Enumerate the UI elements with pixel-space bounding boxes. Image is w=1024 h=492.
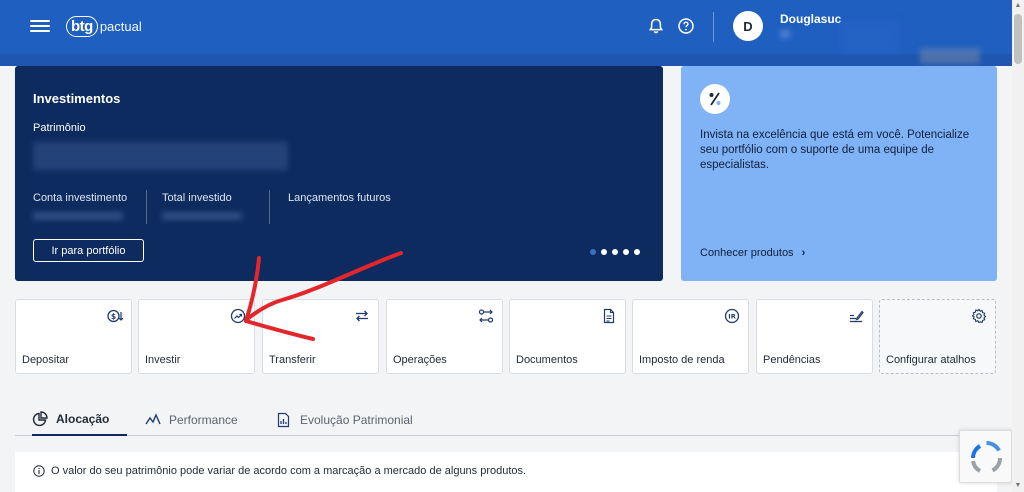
vertical-scrollbar[interactable]: ▲ ▼: [1012, 0, 1024, 492]
redacted-value: [33, 212, 123, 220]
shortcut-label: Operações: [393, 354, 447, 366]
portfolio-tabs: Alocação Performance Evolução Patrimonia…: [15, 404, 997, 436]
deposit-icon: $: [107, 309, 123, 323]
shortcut-label: Depositar: [22, 354, 70, 366]
transfer-icon: [356, 310, 368, 322]
shortcut-label: Documentos: [516, 354, 578, 366]
ir-para-portfolio-button[interactable]: Ir para portfólio: [33, 239, 144, 262]
redacted-block: [920, 48, 980, 64]
promo-link-label: Conhecer produtos: [700, 247, 794, 259]
shortcut-depositar[interactable]: $ Depositar: [15, 299, 132, 374]
help-icon[interactable]: [677, 17, 695, 35]
stat-divider: [269, 190, 270, 224]
percent-icon: [700, 84, 730, 114]
redacted-block: [840, 20, 900, 54]
ir-icon: IR: [724, 308, 740, 324]
notice-panel: O valor do seu patrimônio pode variar de…: [15, 452, 997, 492]
carousel-dot[interactable]: [623, 249, 629, 255]
chevron-right-icon: ›: [801, 247, 806, 259]
shortcut-transferir[interactable]: Transferir: [262, 299, 379, 374]
shortcut-configurar-atalhos[interactable]: Configurar atalhos: [879, 299, 996, 374]
pending-icon: [850, 310, 864, 323]
logo-mark: btg: [66, 15, 98, 37]
tab-label: Evolução Patrimonial: [300, 413, 413, 427]
shortcut-label: Transferir: [269, 354, 316, 366]
tab-label: Alocação: [56, 412, 110, 426]
redacted-account-info: [780, 30, 790, 38]
report-chart-icon: [277, 412, 290, 428]
promo-card: Invista na excelência que está em você. …: [681, 66, 997, 281]
shortcut-investir[interactable]: Investir: [138, 299, 255, 374]
shortcut-operacoes[interactable]: Operações: [386, 299, 503, 374]
tab-alocacao[interactable]: Alocação: [32, 404, 128, 436]
line-chart-icon: [145, 413, 161, 425]
shortcut-label: Imposto de renda: [639, 354, 725, 366]
patrimonio-label: Patrimônio: [33, 122, 86, 134]
conhecer-produtos-link[interactable]: Conhecer produtos ›: [700, 247, 805, 259]
pie-chart-icon: [32, 411, 48, 427]
gear-icon: [971, 308, 987, 324]
svg-text:$: $: [111, 312, 116, 321]
scroll-thumb[interactable]: [1014, 14, 1022, 64]
redacted-patrimonio-value: [33, 142, 288, 170]
investimentos-card: Investimentos Patrimônio Conta investime…: [15, 66, 663, 281]
carousel-dot[interactable]: [601, 249, 607, 255]
shortcut-label: Pendências: [763, 354, 821, 366]
investimentos-title: Investimentos: [33, 91, 121, 106]
avatar[interactable]: D: [733, 11, 763, 41]
scroll-down-icon[interactable]: ▼: [1014, 482, 1022, 490]
user-name[interactable]: Douglasuc: [780, 12, 841, 26]
shortcut-label: Configurar atalhos: [886, 354, 976, 366]
document-icon: [603, 308, 615, 324]
notice-text: O valor do seu patrimônio pode variar de…: [51, 465, 527, 477]
conta-investimento-label: Conta investimento: [33, 192, 128, 204]
promo-text: Invista na excelência que está em você. …: [700, 129, 970, 171]
redacted-value: [162, 212, 242, 220]
lancamentos-futuros-label: Lançamentos futuros: [288, 192, 391, 204]
tab-performance[interactable]: Performance: [145, 404, 238, 436]
carousel-dot[interactable]: [634, 249, 640, 255]
btg-logo[interactable]: btg pactual: [66, 14, 142, 38]
total-investido-label: Total investido: [162, 192, 232, 204]
scroll-up-icon[interactable]: ▲: [1014, 2, 1022, 10]
shortcut-label: Investir: [145, 354, 181, 366]
tab-label: Performance: [169, 413, 238, 427]
bell-icon[interactable]: [647, 17, 665, 35]
carousel-dot[interactable]: [590, 249, 596, 255]
carousel-dots: [590, 249, 640, 255]
header-divider: [713, 12, 714, 42]
tab-evolucao-patrimonial[interactable]: Evolução Patrimonial: [276, 404, 413, 436]
invest-icon: [230, 308, 246, 324]
svg-text:IR: IR: [728, 313, 735, 321]
shortcut-documentos[interactable]: Documentos: [509, 299, 626, 374]
recaptcha-icon: [971, 440, 1003, 473]
stat-divider: [146, 190, 147, 224]
info-icon: [33, 465, 45, 477]
header-band: [0, 20, 1012, 66]
carousel-dot[interactable]: [612, 249, 618, 255]
operations-icon: [478, 309, 494, 323]
shortcut-pendencias[interactable]: Pendências: [756, 299, 873, 374]
recaptcha-badge[interactable]: [959, 430, 1012, 483]
shortcut-imposto-de-renda[interactable]: IR Imposto de renda: [632, 299, 749, 374]
hamburger-menu-icon[interactable]: [30, 17, 50, 35]
logo-text: pactual: [99, 18, 142, 34]
